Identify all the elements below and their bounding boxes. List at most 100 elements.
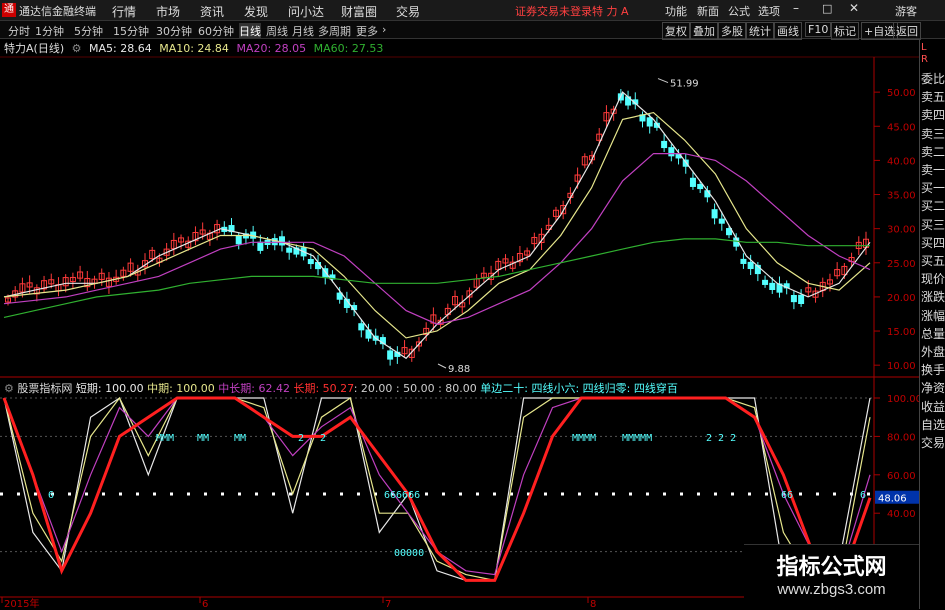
chart-canvas[interactable]: MMM MM MM MMMM MMMMM2 2 2 2 26 666666 66 600000 5… — [0, 0, 945, 609]
watermark: 指标公式网 www.zbgs3.com — [744, 544, 919, 610]
side-panel-item[interactable]: 买四 — [921, 234, 945, 252]
indicator-name: 股票指标网 — [17, 382, 73, 395]
side-panel-item[interactable]: 涨幅 — [921, 307, 945, 325]
ma-line-ma20 — [3, 153, 871, 325]
ma20-label: MA20: 28.05 — [236, 42, 307, 55]
price-tick-label: 10.00 — [887, 361, 916, 372]
side-panel-item[interactable]: 现价 — [921, 270, 945, 288]
side-panel-item[interactable]: 卖四 — [921, 106, 945, 124]
side-panel-item[interactable]: 卖三 — [921, 125, 945, 143]
candle-body — [769, 282, 776, 291]
osc-tick-label: 60.00 — [887, 471, 916, 482]
short-term-value: 短期: 100.00 — [75, 382, 144, 395]
settings-icon[interactable]: ⚙ — [4, 382, 14, 395]
side-panel-item[interactable]: R — [921, 54, 945, 66]
candle-body — [257, 241, 264, 251]
two-signal: 2 2 2 — [706, 433, 736, 444]
date-label: 8 — [590, 599, 596, 609]
side-panel-item[interactable]: 交易 — [921, 434, 945, 452]
m-signal: MM — [197, 433, 209, 444]
price-tick-label: 50.00 — [887, 88, 916, 99]
m-signal: MM — [234, 433, 246, 444]
candle-body — [661, 140, 668, 149]
ma10-label: MA10: 24.84 — [159, 42, 229, 55]
mid-term-value: 中期: 100.00 — [147, 382, 215, 395]
price-tick-label: 35.00 — [887, 191, 916, 202]
watermark-title: 指标公式网 — [776, 555, 887, 580]
high-pointer — [657, 78, 669, 84]
six-signal: 6 — [860, 490, 866, 501]
candle-body — [235, 235, 242, 245]
candle-body — [387, 350, 394, 360]
price-tick-label: 25.00 — [887, 259, 916, 270]
candle-body — [798, 294, 805, 304]
side-panel-item[interactable]: 自选 — [921, 416, 945, 434]
candle-body — [358, 323, 365, 331]
low-pointer — [437, 363, 447, 369]
side-panel-item[interactable]: 总量 — [921, 325, 945, 343]
candle-body — [747, 261, 754, 270]
candle-body — [740, 258, 747, 264]
candle-body — [286, 247, 293, 253]
period-label: (日线) — [33, 42, 65, 55]
side-panel-item[interactable]: 卖二 — [921, 143, 945, 161]
side-panel-item[interactable]: 买五 — [921, 252, 945, 270]
side-panel-item[interactable]: 委比 — [921, 70, 945, 88]
low-price-label: 9.88 — [448, 364, 470, 375]
date-label: 2015年 — [4, 597, 39, 609]
six-signal: 666666 — [384, 490, 420, 501]
candle-body — [271, 238, 278, 246]
oscillator-line — [3, 397, 871, 576]
ma-line-ma5 — [3, 91, 871, 360]
stock-name: 特力A — [4, 42, 34, 55]
six-signal: 66 — [781, 490, 793, 501]
side-panel-item[interactable]: 卖一 — [921, 161, 945, 179]
price-tick-label: 40.00 — [887, 156, 916, 167]
level-values: : 20.00 : 50.00 : 80.00 — [353, 382, 477, 395]
watermark-url: www.zbgs3.com — [777, 581, 886, 598]
signal-labels: 单边二十: 四线小六: 四线归零: 四线穿百 — [480, 382, 678, 395]
m-signal: MMMM — [572, 433, 596, 444]
price-tick-label: 20.00 — [887, 293, 916, 304]
current-value-label: 48.06 — [878, 494, 907, 505]
candle-body — [711, 209, 718, 219]
date-label: 6 — [202, 599, 208, 609]
two-signal: 2 — [320, 433, 326, 444]
indicator-info: ⚙ 股票指标网 短期: 100.00 中期: 100.00 中长期: 62.42… — [4, 380, 678, 395]
side-panel-item[interactable]: 买三 — [921, 216, 945, 234]
mid-long-term-value: 中长期: 62.42 — [218, 382, 290, 395]
high-price-label: 51.99 — [670, 79, 699, 90]
side-panel-item[interactable]: 收益 — [921, 398, 945, 416]
side-panel-item[interactable]: 买二 — [921, 197, 945, 215]
candle-body — [718, 218, 725, 224]
side-panel-item[interactable]: L — [921, 42, 945, 54]
zero-signal: 00000 — [394, 548, 424, 559]
osc-tick-label: 40.00 — [887, 509, 916, 520]
side-panel-item[interactable]: 涨跌 — [921, 288, 945, 306]
ma-line-ma10 — [3, 111, 871, 339]
quote-side-panel: L R 委比 卖五 卖四 卖三 卖二 卖一 买一 买二 买三 买四 买五 现价 涨跌 涨幅 总量 外盘 换手 净资 收益… — [919, 40, 945, 609]
main-chart-info: 特力A(日线) ⚙ MA5: 28.64 MA10: 24.84 MA20: 2… — [4, 40, 387, 55]
side-panel-item[interactable]: 换手 — [921, 361, 945, 379]
two-signal: 2 — [298, 433, 304, 444]
candle-body — [307, 258, 314, 265]
price-tick-label: 45.00 — [887, 122, 916, 133]
long-term-value: 长期: 50.27 — [293, 382, 355, 395]
candle-body — [762, 279, 769, 285]
side-panel-item[interactable]: 净资 — [921, 379, 945, 397]
price-tick-label: 15.00 — [887, 327, 916, 338]
side-panel-item[interactable]: 买一 — [921, 179, 945, 197]
date-label: 7 — [385, 599, 391, 609]
ma5-label: MA5: 28.64 — [89, 42, 152, 55]
side-panel-item[interactable]: 卖五 — [921, 88, 945, 106]
oscillator-line — [2, 396, 872, 584]
osc-tick-label: 80.00 — [887, 432, 916, 443]
side-panel-item[interactable]: 外盘 — [921, 343, 945, 361]
m-signal: MMM — [156, 433, 174, 444]
m-signal: MMMMM — [622, 433, 652, 444]
candle-body — [278, 236, 285, 246]
candle-body — [790, 295, 797, 303]
settings-icon[interactable]: ⚙ — [72, 42, 82, 55]
price-tick-label: 30.00 — [887, 225, 916, 236]
ma-line-ma60 — [3, 238, 870, 318]
